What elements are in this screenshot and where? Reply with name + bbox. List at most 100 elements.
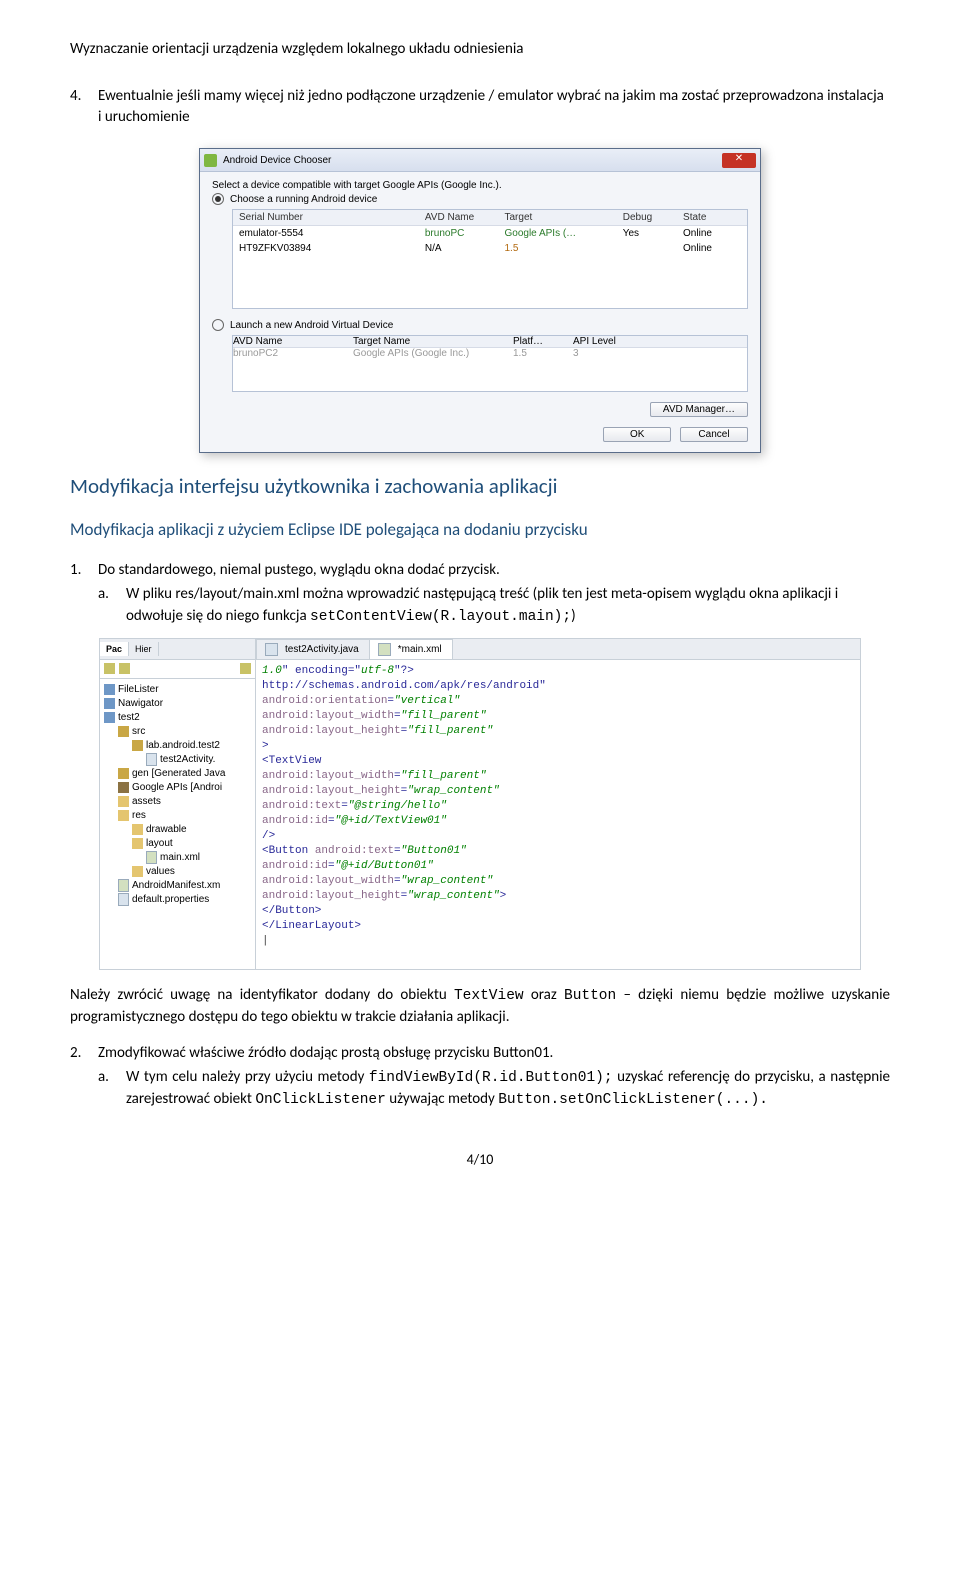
menu-icon[interactable] xyxy=(240,663,251,674)
tree-item-label: src xyxy=(132,725,145,739)
tree-item-label: Nawigator xyxy=(118,697,163,711)
file-icon xyxy=(132,740,143,751)
tree-item[interactable]: Nawigator xyxy=(104,697,251,711)
tree-item[interactable]: test2Activity. xyxy=(104,753,251,767)
cancel-button[interactable]: Cancel xyxy=(680,427,748,442)
tree-item-label: test2 xyxy=(118,711,140,725)
tree-item-label: main.xml xyxy=(160,851,200,865)
tree-item-label: lab.android.test2 xyxy=(146,739,220,753)
file-icon xyxy=(132,866,143,877)
col-platform: Platf… xyxy=(513,336,573,347)
item-1-text: Do standardowego, niemal pustego, wygląd… xyxy=(98,561,500,579)
tree-item-label: res xyxy=(132,809,146,823)
dialog-title: Android Device Chooser xyxy=(223,155,331,166)
file-icon xyxy=(118,879,129,892)
explorer-toolbar xyxy=(100,660,255,679)
editor-tabs: test2Activity.java *main.xml xyxy=(256,639,860,660)
tree-item-label: Google APIs [Androi xyxy=(132,781,222,795)
code-line: 1.0" encoding="utf-8"?> xyxy=(262,664,854,679)
package-explorer: Pac Hier FileListerNawigatortest2srclab.… xyxy=(100,639,256,969)
tree-item[interactable]: main.xml xyxy=(104,851,251,865)
col-avdname: AVD Name xyxy=(233,336,353,347)
tree-item[interactable]: Google APIs [Androi xyxy=(104,781,251,795)
tree-item-label: drawable xyxy=(146,823,187,837)
code-editor[interactable]: 1.0" encoding="utf-8"?>http://schemas.an… xyxy=(256,660,860,969)
col-debug: Debug xyxy=(617,210,677,225)
tab-hierarchy[interactable]: Hier xyxy=(129,642,159,656)
code-onclicklistener: OnClickListener xyxy=(255,1092,386,1108)
code-setonclicklistener: Button.setOnClickListener(...). xyxy=(498,1092,768,1108)
tree-item[interactable]: src xyxy=(104,725,251,739)
tree-item[interactable]: assets xyxy=(104,795,251,809)
dialog-description: Select a device compatible with target G… xyxy=(212,180,748,191)
table-row[interactable]: brunoPC2 Google APIs (Google Inc.) 1.5 3 xyxy=(233,348,747,359)
collapse-icon[interactable] xyxy=(104,663,115,674)
tree-item[interactable]: lab.android.test2 xyxy=(104,739,251,753)
file-icon xyxy=(118,893,129,906)
file-icon xyxy=(118,796,129,807)
table-row[interactable]: HT9ZFKV03894 N/A 1.5 Online xyxy=(233,241,747,256)
tree-item-label: FileLister xyxy=(118,683,159,697)
item-2a-marker: a. xyxy=(98,1067,126,1089)
code-line: <TextView xyxy=(262,754,854,769)
code-line: <Button android:text="Button01" xyxy=(262,844,854,859)
heading-3: Modyfikacja aplikacji z użyciem Eclipse … xyxy=(70,519,890,540)
code-line: android:layout_height="fill_parent" xyxy=(262,724,854,739)
running-devices-table[interactable]: Serial Number AVD Name Target Debug Stat… xyxy=(232,209,748,309)
table-row[interactable]: emulator-5554 brunoPC Google APIs (… Yes… xyxy=(233,226,747,241)
tree-item-label: layout xyxy=(146,837,173,851)
tree-item[interactable]: AndroidManifest.xm xyxy=(104,879,251,893)
code-line: | xyxy=(262,934,854,949)
tree-item[interactable]: gen [Generated Java xyxy=(104,767,251,781)
tree-item[interactable]: layout xyxy=(104,837,251,851)
col-target: Target xyxy=(498,210,616,225)
tree-item[interactable]: values xyxy=(104,865,251,879)
tab-label: *main.xml xyxy=(398,644,442,655)
tab-label: test2Activity.java xyxy=(285,644,359,655)
ok-button[interactable]: OK xyxy=(603,427,671,442)
tree-item[interactable]: default.properties xyxy=(104,893,251,907)
list-item-2a: a.W tym celu należy przy użyciu metody f… xyxy=(98,1067,890,1111)
tree-item[interactable]: FileLister xyxy=(104,683,251,697)
avd-manager-button[interactable]: AVD Manager… xyxy=(650,402,748,417)
eclipse-editor: Pac Hier FileListerNawigatortest2srclab.… xyxy=(99,638,861,970)
file-icon xyxy=(265,643,278,656)
col-state: State xyxy=(677,210,747,225)
file-icon xyxy=(118,810,129,821)
col-apilevel: API Level xyxy=(573,336,643,347)
tree-item[interactable]: test2 xyxy=(104,711,251,725)
file-icon xyxy=(132,838,143,849)
list-item-1: 1.Do standardowego, niemal pustego, wygl… xyxy=(98,560,890,582)
code-line: </LinearLayout> xyxy=(262,919,854,934)
avd-table[interactable]: AVD Name Target Name Platf… API Level br… xyxy=(232,335,748,392)
file-icon xyxy=(146,851,157,864)
editor-tab[interactable]: test2Activity.java xyxy=(256,639,370,659)
link-editor-icon[interactable] xyxy=(119,663,130,674)
radio-running-device[interactable] xyxy=(212,193,224,205)
dialog-titlebar: Android Device Chooser ✕ xyxy=(200,149,760,172)
item-1-number: 1. xyxy=(70,560,98,582)
step-4-number: 4. xyxy=(70,86,98,107)
code-line: android:layout_height="wrap_content"> xyxy=(262,889,854,904)
project-tree[interactable]: FileListerNawigatortest2srclab.android.t… xyxy=(100,679,255,911)
device-chooser-dialog: Android Device Chooser ✕ Select a device… xyxy=(199,148,761,453)
code-line: android:layout_height="wrap_content" xyxy=(262,784,854,799)
page-number: 4/10 xyxy=(70,1151,890,1168)
file-icon xyxy=(132,824,143,835)
code-line: > xyxy=(262,739,854,754)
file-icon xyxy=(118,782,129,793)
file-icon xyxy=(146,753,157,766)
radio-launch-avd[interactable] xyxy=(212,319,224,331)
tree-item[interactable]: res xyxy=(104,809,251,823)
tree-item[interactable]: drawable xyxy=(104,823,251,837)
list-item-2: 2.Zmodyfikować właściwe źródło dodając p… xyxy=(98,1043,890,1065)
file-icon xyxy=(104,684,115,695)
file-icon xyxy=(104,712,115,723)
tab-package-explorer[interactable]: Pac xyxy=(100,642,129,656)
radio-running-label: Choose a running Android device xyxy=(230,194,377,205)
code-line: /> xyxy=(262,829,854,844)
file-icon xyxy=(118,768,129,779)
editor-tab[interactable]: *main.xml xyxy=(369,639,453,659)
close-icon[interactable]: ✕ xyxy=(722,153,756,168)
col-avd: AVD Name xyxy=(419,210,499,225)
